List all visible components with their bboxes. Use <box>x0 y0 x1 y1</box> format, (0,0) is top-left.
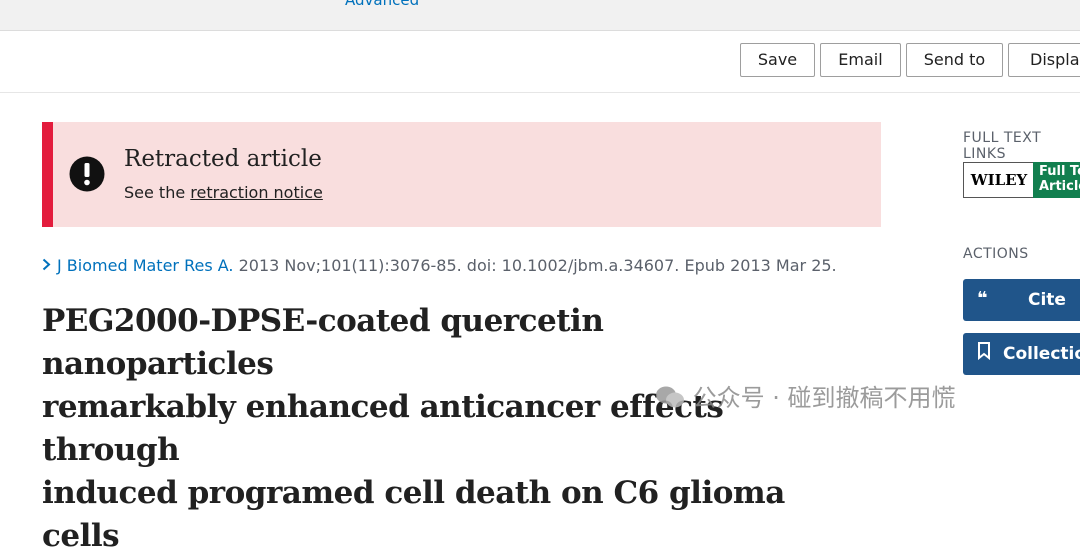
cite-button[interactable]: ❝ Cite <box>963 279 1080 321</box>
citation-line: J Biomed Mater Res A. 2013 Nov;101(11):3… <box>42 256 837 275</box>
retraction-accent-bar <box>42 122 53 227</box>
wiley-full-text-link[interactable]: WILEY Full Text Article <box>963 162 1080 198</box>
article-title-line: induced programed cell death on C6 gliom… <box>42 475 785 554</box>
watermark: 公众号 · 碰到撤稿不用慌 <box>655 378 956 413</box>
send-to-button[interactable]: Send to <box>906 43 1003 77</box>
email-button[interactable]: Email <box>820 43 901 77</box>
exclamation-alert-icon <box>69 156 105 192</box>
cite-label: Cite <box>1028 290 1066 310</box>
full-text-line: Article <box>1039 179 1080 194</box>
display-options-button[interactable]: Display <box>1008 43 1080 77</box>
chevron-right-icon[interactable] <box>42 256 51 275</box>
journal-name-link[interactable]: J Biomed Mater Res A. <box>57 256 234 275</box>
top-bar: Advanced <box>0 0 1080 31</box>
wechat-icon <box>655 384 693 412</box>
actions-heading: ACTIONS <box>963 246 1029 262</box>
collections-label: Collections <box>1003 344 1080 364</box>
retraction-title: Retracted article <box>124 146 322 172</box>
bookmark-icon <box>977 342 991 365</box>
article-toolbar: Save Email Send to Display <box>0 31 1080 93</box>
collections-button[interactable]: Collections <box>963 333 1080 375</box>
retraction-notice-link[interactable]: retraction notice <box>190 183 323 202</box>
advanced-search-link[interactable]: Advanced <box>345 0 419 9</box>
full-text-article-label: Full Text Article <box>1033 162 1080 198</box>
full-text-links-heading: FULL TEXT LINKS <box>963 130 1042 162</box>
quote-icon: ❝ <box>977 288 988 309</box>
article-title-line: PEG2000-DPSE-coated quercetin nanopartic… <box>42 303 604 382</box>
save-button[interactable]: Save <box>740 43 815 77</box>
retraction-prefix: See the <box>124 183 191 202</box>
wiley-logo: WILEY <box>963 162 1035 198</box>
retraction-banner <box>42 122 881 227</box>
retraction-message: See the retraction notice <box>124 183 323 202</box>
watermark-text: 公众号 · 碰到撤稿不用慌 <box>692 384 956 412</box>
article-title: PEG2000-DPSE-coated quercetin nanopartic… <box>42 300 842 558</box>
citation-details: 2013 Nov;101(11):3076-85. doi: 10.1002/j… <box>233 256 837 275</box>
full-text-line: Full Text <box>1039 164 1080 179</box>
